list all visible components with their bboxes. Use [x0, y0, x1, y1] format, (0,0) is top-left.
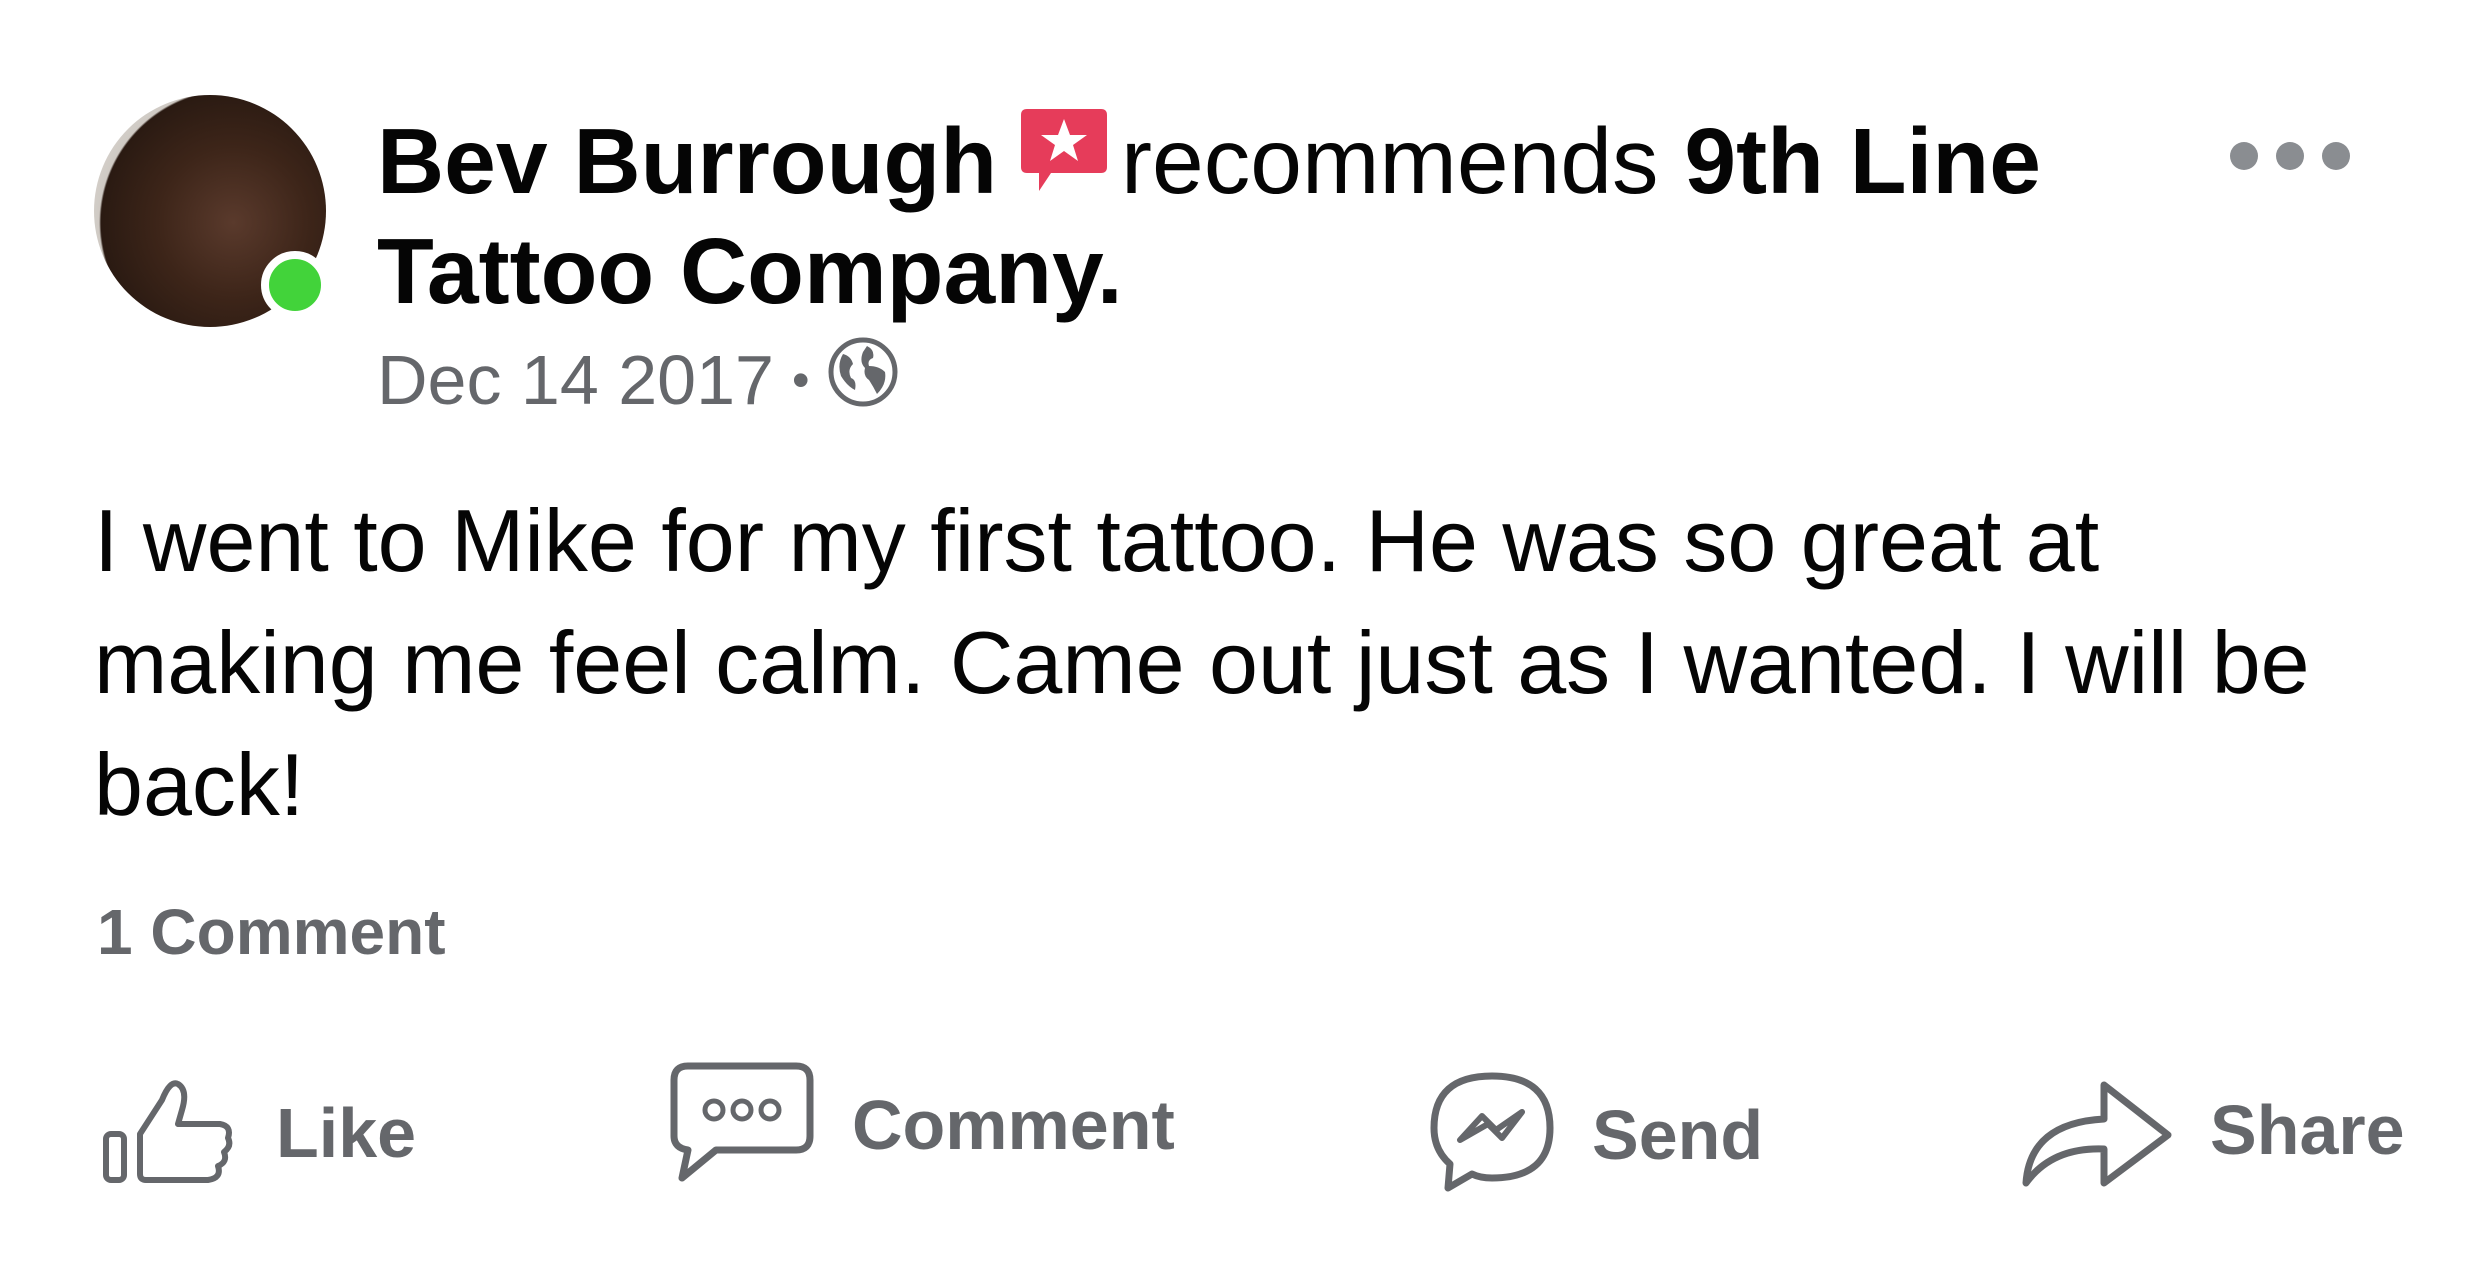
- comment-button[interactable]: Comment: [668, 1060, 1175, 1189]
- like-button[interactable]: Like: [100, 1070, 416, 1195]
- messenger-icon: [1428, 1070, 1556, 1199]
- recommends-text: recommends: [1121, 109, 1659, 213]
- thumbs-up-icon: [100, 1070, 240, 1195]
- like-label: Like: [276, 1093, 417, 1172]
- author-name[interactable]: Bev Burrough: [377, 109, 997, 213]
- post-header: Bev Burrough recommends 9th Line Tattoo C…: [377, 105, 2057, 323]
- comment-bubble-icon: [668, 1060, 816, 1189]
- recommend-star-icon: [1017, 105, 1111, 219]
- post-date[interactable]: Dec 14 2017: [377, 340, 774, 420]
- online-status-dot: [261, 251, 329, 319]
- globe-icon: [827, 336, 899, 424]
- share-arrow-icon: [2018, 1065, 2174, 1194]
- comment-count[interactable]: 1 Comment: [97, 895, 446, 969]
- comment-label: Comment: [852, 1085, 1175, 1164]
- share-button[interactable]: Share: [2018, 1065, 2405, 1194]
- meta-separator: •: [791, 352, 810, 408]
- more-options-icon[interactable]: [2230, 138, 2350, 174]
- send-button[interactable]: Send: [1428, 1070, 1763, 1199]
- post-body: I went to Mike for my first tattoo. He w…: [94, 491, 2310, 834]
- share-label: Share: [2210, 1090, 2405, 1169]
- action-bar: Like Comment Send Share: [0, 1050, 2480, 1210]
- send-label: Send: [1592, 1095, 1764, 1174]
- post-meta: Dec 14 2017 •: [377, 337, 899, 420]
